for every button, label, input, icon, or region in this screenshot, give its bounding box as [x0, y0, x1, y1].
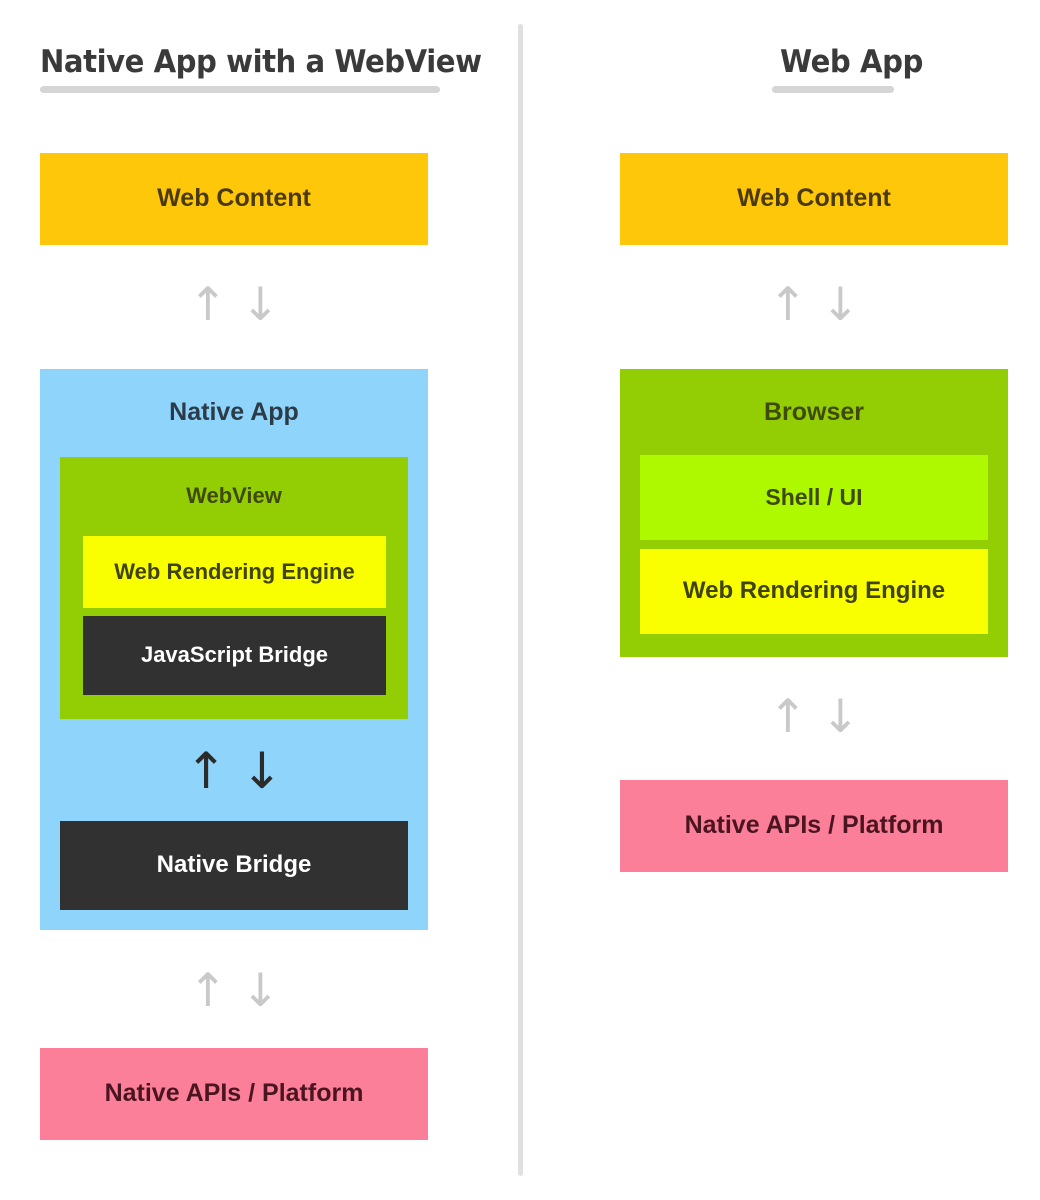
right-web-content-box: Web Content: [620, 153, 1008, 245]
left-title-underline: [40, 86, 440, 93]
arrow-down-icon: ↓: [241, 963, 280, 1017]
arrow-down-icon: ↓: [241, 742, 283, 800]
left-web-rendering-engine-label: Web Rendering Engine: [114, 558, 355, 584]
left-column: Native App with a WebView Web Content ↑ …: [0, 0, 482, 1200]
arrow-down-icon: ↓: [821, 277, 860, 331]
right-column: Web App Web Content ↑ ↓ Browser Shell / …: [560, 0, 1040, 1200]
left-arrows-js-bridge-to-native-bridge: ↑ ↓: [40, 741, 428, 801]
arrow-up-icon: ↑: [188, 963, 227, 1017]
browser-box: Browser Shell / UI Web Rendering Engine: [620, 369, 1008, 657]
right-arrows-browser-to-platform: ↑ ↓: [620, 688, 1008, 744]
right-web-rendering-engine-label: Web Rendering Engine: [682, 577, 946, 605]
left-web-content-label: Web Content: [157, 184, 311, 213]
javascript-bridge-label: JavaScript Bridge: [140, 642, 329, 668]
arrow-down-icon: ↓: [241, 277, 280, 331]
right-web-content-label: Web Content: [737, 184, 891, 213]
arrow-down-icon: ↓: [821, 689, 860, 743]
webview-label: WebView: [186, 483, 282, 508]
shell-ui-label: Shell / UI: [765, 483, 863, 510]
native-bridge-label: Native Bridge: [156, 851, 312, 879]
left-arrows-web-content-to-native-app: ↑ ↓: [40, 276, 428, 332]
browser-label: Browser: [763, 398, 865, 426]
shell-ui-box: Shell / UI: [640, 455, 988, 540]
right-web-rendering-engine-box: Web Rendering Engine: [640, 549, 988, 634]
arrow-up-icon: ↑: [185, 742, 227, 800]
right-title-underline: [772, 86, 894, 93]
right-native-apis-label: Native APIs / Platform: [684, 811, 944, 840]
left-web-content-box: Web Content: [40, 153, 428, 245]
diagram-canvas: Native App with a WebView Web Content ↑ …: [0, 0, 1040, 1200]
arrow-up-icon: ↑: [768, 277, 807, 331]
native-app-box: Native App WebView Web Rendering Engine …: [40, 369, 428, 930]
left-arrows-native-app-to-platform: ↑ ↓: [40, 962, 428, 1018]
right-arrows-web-content-to-browser: ↑ ↓: [620, 276, 1008, 332]
right-column-title: Web App: [780, 44, 923, 80]
left-web-rendering-engine-box: Web Rendering Engine: [83, 536, 386, 608]
arrow-up-icon: ↑: [768, 689, 807, 743]
native-bridge-box: Native Bridge: [60, 821, 408, 910]
javascript-bridge-box: JavaScript Bridge: [83, 616, 386, 695]
left-native-apis-label: Native APIs / Platform: [104, 1079, 364, 1108]
webview-box: WebView Web Rendering Engine JavaScript …: [60, 457, 408, 719]
column-divider: [518, 24, 523, 1176]
arrow-up-icon: ↑: [188, 277, 227, 331]
left-native-apis-box: Native APIs / Platform: [40, 1048, 428, 1140]
left-column-title: Native App with a WebView: [40, 44, 482, 80]
right-native-apis-box: Native APIs / Platform: [620, 780, 1008, 872]
native-app-label: Native App: [169, 398, 299, 426]
